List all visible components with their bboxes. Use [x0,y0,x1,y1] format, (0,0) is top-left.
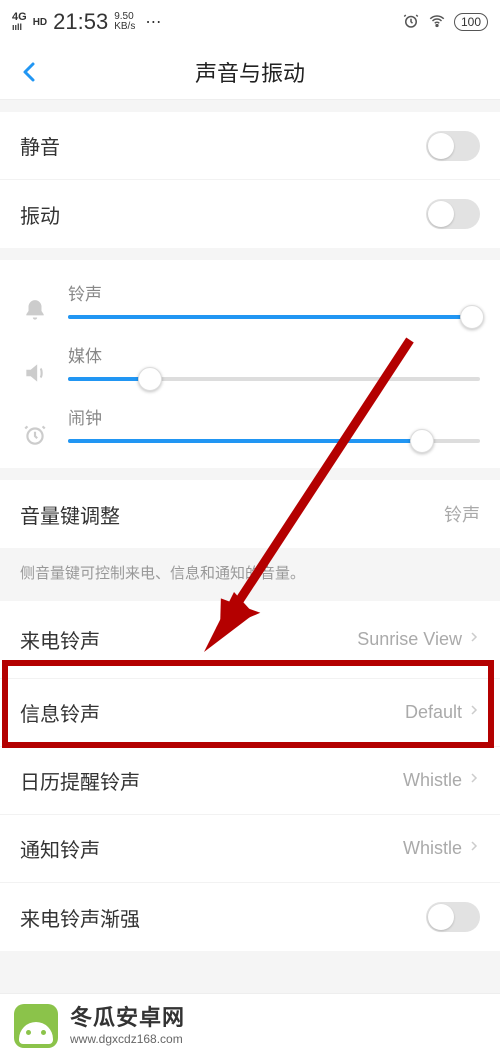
alarm-slider-label: 闹钟 [68,404,480,429]
volume-key-row[interactable]: 音量键调整 铃声 [0,480,500,548]
mute-label: 静音 [20,131,60,160]
incoming-ringtone-row[interactable]: 来电铃声 Sunrise View [0,601,500,679]
chevron-right-icon [468,702,480,723]
vibrate-label: 振动 [20,200,60,229]
ascending-ringtone-label: 来电铃声渐强 [20,903,140,932]
ringtone-slider-label: 铃声 [68,280,480,305]
status-bar: 4G ııll HD 21:53 9.50 KB/s ⋯ 100 [0,0,500,44]
watermark-title: 冬瓜安卓网 [70,1005,185,1031]
message-ringtone-label: 信息铃声 [20,698,100,727]
calendar-ringtone-label: 日历提醒铃声 [20,766,140,795]
chevron-right-icon [468,770,480,791]
media-slider-label: 媒体 [68,342,480,367]
android-logo-icon [14,1004,58,1048]
hd-indicator: HD [33,17,47,28]
vibrate-toggle[interactable] [426,199,480,229]
volume-key-label: 音量键调整 [20,500,120,529]
mute-row[interactable]: 静音 [0,112,500,180]
calendar-ringtone-value: Whistle [403,770,462,791]
data-rate: 9.50 KB/s [114,12,135,32]
chevron-right-icon [468,629,480,650]
battery-indicator: 100 [454,13,488,31]
chevron-right-icon [468,838,480,859]
clock-icon [20,404,50,448]
notification-ringtone-label: 通知铃声 [20,834,100,863]
back-button[interactable] [8,44,52,99]
more-icon: ⋯ [145,12,163,32]
status-time: 21:53 [53,9,108,35]
volume-key-desc: 侧音量键可控制来电、信息和通知的音量。 [0,548,500,601]
ascending-ringtone-row[interactable]: 来电铃声渐强 [0,883,500,951]
alarm-slider[interactable] [68,439,480,443]
volume-key-value: 铃声 [444,501,480,527]
notification-ringtone-row[interactable]: 通知铃声 Whistle [0,815,500,883]
ringtone-slider[interactable] [68,315,480,319]
vibrate-row[interactable]: 振动 [0,180,500,248]
notification-ringtone-value: Whistle [403,838,462,859]
media-slider[interactable] [68,377,480,381]
page-title: 声音与振动 [195,56,305,88]
incoming-ringtone-value: Sunrise View [357,629,462,650]
volume-sliders: 铃声 媒体 闹钟 [0,260,500,468]
incoming-ringtone-label: 来电铃声 [20,625,100,654]
message-ringtone-value: Default [405,702,462,723]
ascending-ringtone-toggle[interactable] [426,902,480,932]
mute-toggle[interactable] [426,131,480,161]
page-header: 声音与振动 [0,44,500,100]
network-indicator: 4G ııll [12,12,27,32]
calendar-ringtone-row[interactable]: 日历提醒铃声 Whistle [0,747,500,815]
speaker-icon [20,342,50,386]
message-ringtone-row[interactable]: 信息铃声 Default [0,679,500,747]
watermark-url: www.dgxcdz168.com [70,1032,185,1046]
bell-icon [20,280,50,324]
alarm-icon [402,12,420,33]
wifi-icon [428,12,446,33]
watermark-footer: 冬瓜安卓网 www.dgxcdz168.com [0,993,500,1057]
